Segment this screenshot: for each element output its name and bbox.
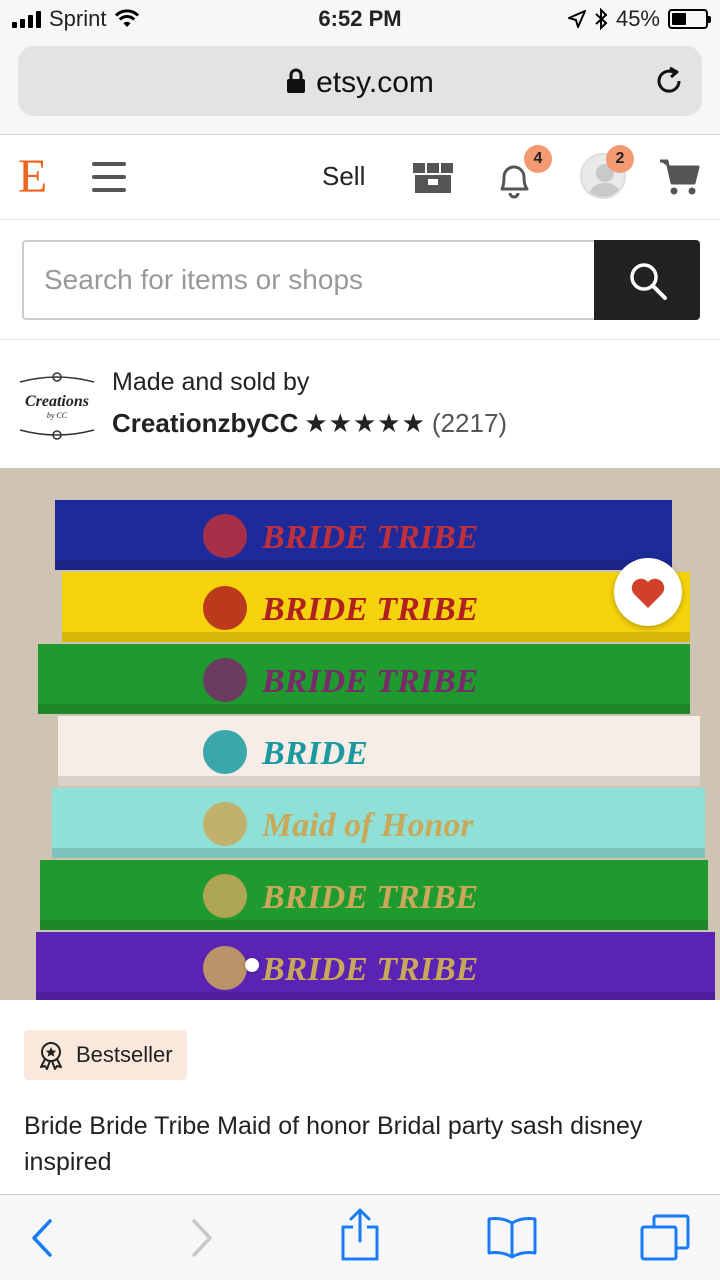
sash-shadow-7 — [36, 992, 715, 1000]
lock-icon — [287, 68, 306, 94]
rating-stars: ★★★★★ — [304, 408, 426, 438]
shop-logo[interactable]: Creations by CC — [16, 368, 98, 444]
profile-badge: 2 — [606, 145, 634, 173]
carousel-dot-active[interactable] — [245, 958, 259, 972]
sash-photo: BRIDE TRIBE BRIDE TRIBE BRIDE TRIBE BRIDE Ma… — [0, 468, 720, 1000]
shop-logo-text: Creations — [25, 393, 89, 410]
award-icon — [40, 1042, 62, 1070]
heart-icon — [631, 578, 665, 608]
notifications-badge: 4 — [524, 145, 552, 173]
sash-shadow-1 — [55, 560, 672, 570]
forward-icon[interactable] — [188, 1213, 216, 1263]
share-icon[interactable] — [338, 1207, 382, 1263]
sash-shadow-5 — [52, 848, 705, 858]
sash-text-3: BRIDE TRIBE — [261, 663, 478, 700]
battery-percent: 45% — [615, 6, 660, 31]
shop-rating-line[interactable]: CreationzbyCC ★★★★★ (2217) — [112, 408, 507, 439]
battery-icon — [668, 9, 711, 29]
url-text: etsy.com — [316, 66, 434, 99]
search-input[interactable]: Search for items or shops — [22, 240, 594, 320]
search-button[interactable] — [594, 240, 700, 320]
review-count: (2217) — [431, 408, 508, 438]
sash-emblem-6 — [203, 874, 247, 918]
reload-icon[interactable] — [652, 64, 686, 98]
book-icon[interactable] — [486, 1215, 538, 1259]
shop-name[interactable]: CreationzbyCC — [112, 408, 298, 438]
sash-text-1: BRIDE TRIBE — [261, 519, 478, 556]
favorite-button[interactable] — [614, 558, 682, 626]
browser-address-area: etsy.com — [0, 40, 720, 135]
made-by-label: Made and sold by — [112, 368, 310, 396]
tabs-icon[interactable] — [638, 1213, 692, 1263]
sell-link[interactable]: Sell — [322, 161, 365, 192]
search-area: Search for items or shops — [0, 220, 720, 340]
etsy-logo[interactable]: E — [18, 149, 47, 204]
address-bar[interactable]: etsy.com — [18, 46, 702, 116]
shop-manager-icon[interactable] — [412, 161, 454, 195]
bluetooth-icon — [595, 8, 608, 30]
sash-text-5: Maid of Honor — [261, 807, 474, 844]
site-header: E Sell 4 2 — [0, 135, 720, 220]
back-icon[interactable] — [28, 1213, 56, 1263]
sash-emblem-2 — [203, 586, 247, 630]
sash-shadow-4 — [58, 776, 700, 786]
search-icon — [630, 263, 667, 300]
sash-emblem-3 — [203, 658, 247, 702]
sash-shadow-6 — [40, 920, 708, 930]
sash-text-2: BRIDE TRIBE — [261, 591, 478, 628]
sash-shadow-2 — [62, 632, 690, 642]
product-title: Bride Bride Tribe Maid of honor Bridal p… — [24, 1112, 643, 1176]
product-image[interactable]: BRIDE TRIBE BRIDE TRIBE BRIDE TRIBE BRIDE Ma… — [0, 468, 720, 1000]
status-bar: Sprint 6:52 PM 45% — [0, 0, 720, 40]
bestseller-label: Bestseller — [76, 1042, 173, 1067]
cart-icon[interactable] — [658, 157, 700, 197]
url-display[interactable]: etsy.com — [18, 66, 702, 100]
sash-emblem-4 — [203, 730, 247, 774]
browser-toolbar — [0, 1194, 720, 1280]
hamburger-menu-icon[interactable] — [92, 162, 126, 201]
sash-shadow-3 — [38, 704, 690, 714]
bestseller-badge: Bestseller — [24, 1030, 187, 1080]
location-arrow-icon — [567, 10, 586, 28]
shop-logo-subtext: by CC — [47, 411, 68, 420]
sash-text-4: BRIDE — [261, 735, 368, 772]
sash-emblem-7 — [203, 946, 247, 990]
sash-4 — [58, 716, 700, 786]
sash-text-6: BRIDE TRIBE — [261, 879, 478, 916]
shop-info[interactable]: Creations by CC Made and sold by Creatio… — [0, 340, 720, 468]
sash-emblem-1 — [203, 514, 247, 558]
sash-text-7: BRIDE TRIBE — [261, 951, 478, 988]
status-right: 45% — [567, 6, 711, 32]
sash-emblem-5 — [203, 802, 247, 846]
